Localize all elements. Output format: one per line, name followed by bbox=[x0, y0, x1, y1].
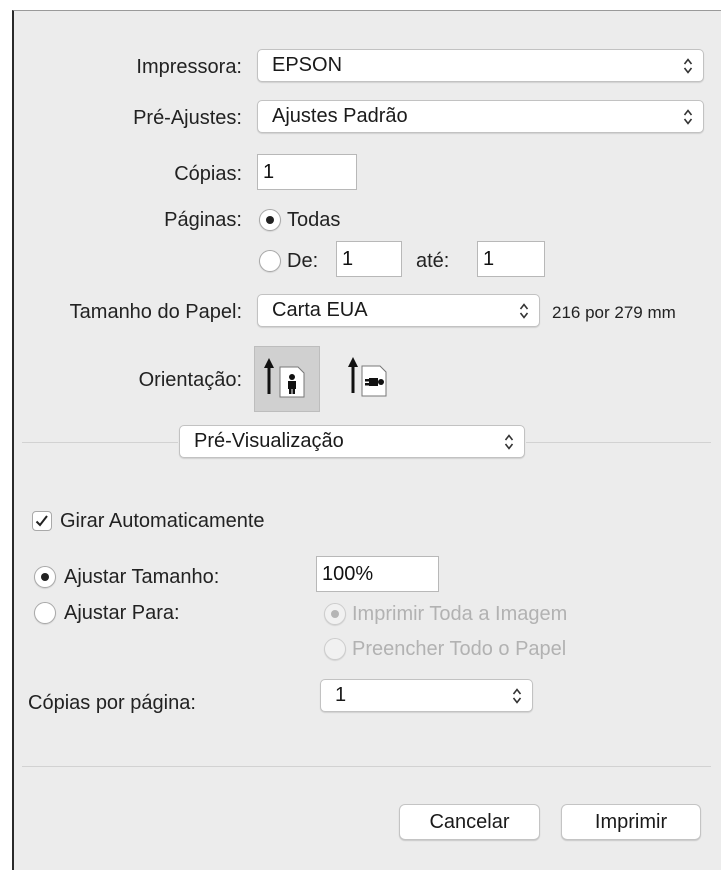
presets-popup[interactable]: Ajustes Padrão bbox=[257, 100, 704, 133]
up-down-chevrons-icon bbox=[504, 434, 514, 450]
pages-to-field[interactable]: 1 bbox=[477, 241, 545, 277]
presets-value: Ajustes Padrão bbox=[272, 105, 408, 127]
section-popup[interactable]: Pré-Visualização bbox=[179, 425, 525, 458]
up-down-chevrons-icon bbox=[512, 688, 522, 704]
pages-all-label: Todas bbox=[287, 209, 341, 231]
fit-to-radio[interactable] bbox=[34, 602, 56, 624]
landscape-orientation-icon bbox=[348, 357, 387, 397]
pages-label: Páginas: bbox=[164, 209, 242, 231]
pages-to-label: até: bbox=[416, 250, 450, 272]
up-down-chevrons-icon bbox=[683, 58, 693, 74]
print-dialog: Impressora: EPSON Pré-Ajustes: Ajustes P… bbox=[12, 10, 721, 870]
pages-all-radio[interactable] bbox=[259, 209, 281, 231]
copies-per-page-popup[interactable]: 1 bbox=[320, 679, 533, 712]
adjust-size-radio[interactable] bbox=[34, 566, 56, 588]
pages-range-radio[interactable] bbox=[259, 250, 281, 272]
orientation-label: Orientação: bbox=[138, 369, 242, 391]
portrait-orientation-button[interactable] bbox=[254, 346, 320, 412]
auto-rotate-label: Girar Automaticamente bbox=[60, 510, 265, 532]
landscape-orientation-button[interactable] bbox=[338, 346, 404, 412]
paper-size-popup[interactable]: Carta EUA bbox=[257, 294, 540, 327]
adjust-size-label: Ajustar Tamanho: bbox=[64, 566, 220, 588]
fill-entire-paper-radio[interactable] bbox=[324, 638, 346, 660]
printer-label: Impressora: bbox=[136, 56, 242, 78]
auto-rotate-checkbox[interactable] bbox=[32, 511, 52, 531]
fit-to-label: Ajustar Para: bbox=[64, 602, 180, 624]
portrait-orientation-icon bbox=[264, 358, 305, 398]
fill-entire-paper-label: Preencher Todo o Papel bbox=[352, 638, 567, 660]
scale-percent-field[interactable]: 100% bbox=[316, 556, 439, 592]
section-separator-right bbox=[526, 442, 711, 443]
checkmark-icon bbox=[35, 515, 48, 527]
up-down-chevrons-icon bbox=[519, 303, 529, 319]
print-entire-image-radio[interactable] bbox=[324, 603, 346, 625]
cancel-button[interactable]: Cancelar bbox=[399, 804, 540, 840]
printer-value: EPSON bbox=[272, 54, 343, 76]
print-button[interactable]: Imprimir bbox=[561, 804, 701, 840]
paper-dimensions: 216 por 279 mm bbox=[552, 303, 676, 322]
section-popup-value: Pré-Visualização bbox=[194, 430, 344, 452]
paper-size-value: Carta EUA bbox=[272, 299, 368, 321]
copies-per-page-value: 1 bbox=[335, 684, 347, 706]
presets-label: Pré-Ajustes: bbox=[133, 107, 242, 129]
pages-from-field[interactable]: 1 bbox=[336, 241, 402, 277]
copies-per-page-label: Cópias por página: bbox=[28, 692, 196, 714]
up-down-chevrons-icon bbox=[683, 109, 693, 125]
printer-popup[interactable]: EPSON bbox=[257, 49, 704, 82]
copies-field[interactable]: 1 bbox=[257, 154, 357, 190]
section-separator-left bbox=[22, 442, 178, 443]
paper-size-label: Tamanho do Papel: bbox=[69, 301, 242, 323]
bottom-separator bbox=[22, 766, 711, 767]
pages-from-label: De: bbox=[287, 250, 319, 272]
print-entire-image-label: Imprimir Toda a Imagem bbox=[352, 603, 568, 625]
copies-label: Cópias: bbox=[174, 163, 242, 185]
